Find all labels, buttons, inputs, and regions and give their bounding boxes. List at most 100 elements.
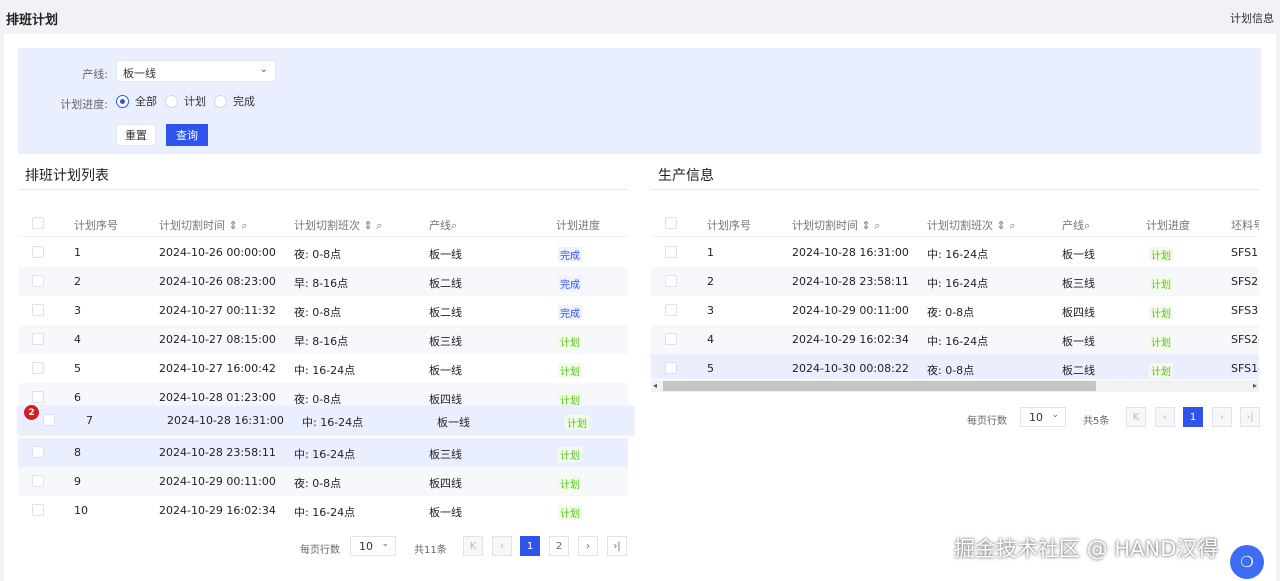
- status-badge: 计划: [558, 363, 582, 378]
- row-checkbox[interactable]: [32, 475, 44, 487]
- cell-time: 2024-10-28 23:58:11: [159, 446, 276, 459]
- page-size-value: 10: [359, 540, 373, 553]
- table-row[interactable]: 10 2024-10-29 16:02:34 中: 16-24点 板一线 计划: [18, 496, 628, 525]
- radio-plan[interactable]: 计划: [165, 93, 206, 109]
- scroll-thumb[interactable]: [663, 381, 1096, 391]
- page-size-select[interactable]: 10 ⌄: [1020, 407, 1066, 427]
- floating-help-button[interactable]: ❍: [1230, 545, 1264, 579]
- table-row[interactable]: 9 2024-10-29 00:11:00 夜: 0-8点 板四线 计划: [18, 467, 628, 496]
- table-row[interactable]: 8 2024-10-28 23:58:11 中: 16-24点 板三线 计划: [18, 438, 628, 467]
- table-row[interactable]: 1 2024-10-26 00:00:00 夜: 0-8点 板一线 完成: [18, 238, 628, 267]
- table-row[interactable]: 2 2024-10-28 23:58:11 中: 16-24点 板三线 计划 SFS23: [651, 267, 1259, 296]
- radio-all[interactable]: 全部: [116, 93, 157, 109]
- row-checkbox[interactable]: [32, 246, 44, 258]
- cell-line: 板一线: [1062, 335, 1095, 348]
- cell-shift: 中: 16-24点: [302, 416, 364, 429]
- row-checkbox[interactable]: [32, 504, 44, 516]
- status-badge: 计划: [558, 334, 582, 349]
- search-icon[interactable]: ⌕: [241, 219, 247, 232]
- col-line[interactable]: 产线⌕: [1062, 217, 1090, 233]
- right-pagination: 每页行数 10 ⌄ 共5条 K ‹ 1 › ›|: [959, 407, 1260, 429]
- search-icon[interactable]: ⌕: [874, 219, 880, 232]
- query-button[interactable]: 查询: [166, 124, 208, 146]
- prev-page-icon[interactable]: ‹: [492, 536, 512, 556]
- search-icon[interactable]: ⌕: [376, 219, 382, 232]
- radio-done[interactable]: 完成: [214, 93, 255, 109]
- row-checkbox[interactable]: [665, 275, 677, 287]
- status-badge: 计划: [1149, 363, 1173, 378]
- row-checkbox[interactable]: [43, 414, 55, 426]
- cell-time: 2024-10-29 16:02:34: [159, 504, 276, 517]
- table-row[interactable]: 5 2024-10-30 00:08:22 夜: 0-8点 板二线 计划 SFS14: [651, 354, 1259, 379]
- next-page-icon[interactable]: ›: [1212, 407, 1232, 427]
- top-bar: 排班计划 计划信息: [0, 0, 1280, 34]
- first-page-icon[interactable]: K: [463, 536, 483, 556]
- line-label: 产线:: [82, 68, 108, 81]
- status-badge: 计划: [1149, 276, 1173, 291]
- reset-button[interactable]: 重置: [116, 124, 156, 146]
- search-icon[interactable]: ⌕: [1084, 219, 1090, 232]
- select-all-checkbox[interactable]: [665, 217, 677, 229]
- col-time[interactable]: 计划切割时间 ⇕ ⌕: [159, 217, 247, 233]
- cell-line: 板四线: [429, 393, 462, 406]
- scroll-left-icon[interactable]: ◂: [653, 380, 657, 392]
- plan-info-link[interactable]: 计划信息: [1230, 10, 1274, 26]
- row-checkbox[interactable]: [32, 333, 44, 345]
- cell-no: 1: [74, 246, 81, 259]
- row-checkbox[interactable]: [665, 304, 677, 316]
- prev-page-icon[interactable]: ‹: [1155, 407, 1175, 427]
- sort-icon[interactable]: ⇕: [862, 219, 871, 232]
- dragging-row[interactable]: 7 2024-10-28 16:31:00 中: 16-24点 板一线 计划: [18, 406, 634, 434]
- cell-line: 板一线: [429, 248, 462, 261]
- row-checkbox[interactable]: [32, 391, 44, 403]
- next-page-icon[interactable]: ›: [578, 536, 598, 556]
- table-row[interactable]: 5 2024-10-27 16:00:42 中: 16-24点 板一线 计划: [18, 354, 628, 383]
- col-time[interactable]: 计划切割时间 ⇕ ⌕: [792, 217, 880, 233]
- cell-shift: 早: 8-16点: [294, 335, 349, 348]
- status-badge: 完成: [558, 247, 582, 262]
- row-checkbox[interactable]: [32, 275, 44, 287]
- table-row[interactable]: 3 2024-10-29 00:11:00 夜: 0-8点 板四线 计划 SFS36: [651, 296, 1259, 325]
- table-row[interactable]: 1 2024-10-28 16:31:00 中: 16-24点 板一线 计划 SFS11: [651, 238, 1259, 267]
- row-checkbox[interactable]: [665, 246, 677, 258]
- search-icon[interactable]: ⌕: [1009, 219, 1015, 232]
- cell-no: 8: [74, 446, 81, 459]
- last-page-icon[interactable]: ›|: [607, 536, 627, 556]
- select-all-checkbox[interactable]: [32, 217, 44, 229]
- page-1-button[interactable]: 1: [520, 536, 540, 556]
- col-shift[interactable]: 计划切割班次 ⇕ ⌕: [927, 217, 1015, 233]
- row-checkbox[interactable]: [665, 333, 677, 345]
- page-2-button[interactable]: 2: [549, 536, 569, 556]
- first-page-icon[interactable]: K: [1126, 407, 1146, 427]
- page-1-button[interactable]: 1: [1183, 407, 1203, 427]
- table-row[interactable]: 3 2024-10-27 00:11:32 夜: 0-8点 板二线 完成: [18, 296, 628, 325]
- scroll-right-icon[interactable]: ▸: [1253, 380, 1257, 392]
- cell-no: 4: [707, 333, 714, 346]
- page-size-label: 每页行数: [967, 416, 1007, 427]
- status-badge: 计划: [1149, 247, 1173, 262]
- last-page-icon[interactable]: ›|: [1240, 407, 1260, 427]
- col-shift[interactable]: 计划切割班次 ⇕ ⌕: [294, 217, 382, 233]
- table-row[interactable]: 4 2024-10-27 08:15:00 早: 8-16点 板三线 计划: [18, 325, 628, 354]
- cell-no: 10: [74, 504, 88, 517]
- horizontal-scrollbar[interactable]: ◂ ▸: [651, 380, 1259, 392]
- row-checkbox[interactable]: [32, 362, 44, 374]
- col-billet: 坯料号: [1231, 219, 1259, 232]
- row-checkbox[interactable]: [32, 304, 44, 316]
- row-checkbox[interactable]: [32, 446, 44, 458]
- sort-icon[interactable]: ⇕: [997, 219, 1006, 232]
- row-checkbox[interactable]: [665, 362, 677, 374]
- sort-icon[interactable]: ⇕: [364, 219, 373, 232]
- search-icon[interactable]: ⌕: [451, 219, 457, 232]
- col-line[interactable]: 产线⌕: [429, 217, 457, 233]
- page-size-select[interactable]: 10 ⌄: [350, 536, 396, 556]
- table-row[interactable]: 2 2024-10-26 08:23:00 早: 8-16点 板二线 完成: [18, 267, 628, 296]
- sort-icon[interactable]: ⇕: [229, 219, 238, 232]
- status-badge: 计划: [558, 505, 582, 520]
- cell-shift: 中: 16-24点: [927, 335, 989, 348]
- cell-no: 5: [707, 362, 714, 375]
- main-card: 产线: 板一线 ⌄ 计划进度: 全部 计划 完成 重置 查询 排班计划列表 计划…: [4, 34, 1276, 581]
- cell-billet: SFS24: [1231, 333, 1259, 346]
- table-row[interactable]: 4 2024-10-29 16:02:34 中: 16-24点 板一线 计划 SFS24: [651, 325, 1259, 354]
- line-select[interactable]: 板一线 ⌄: [116, 60, 276, 82]
